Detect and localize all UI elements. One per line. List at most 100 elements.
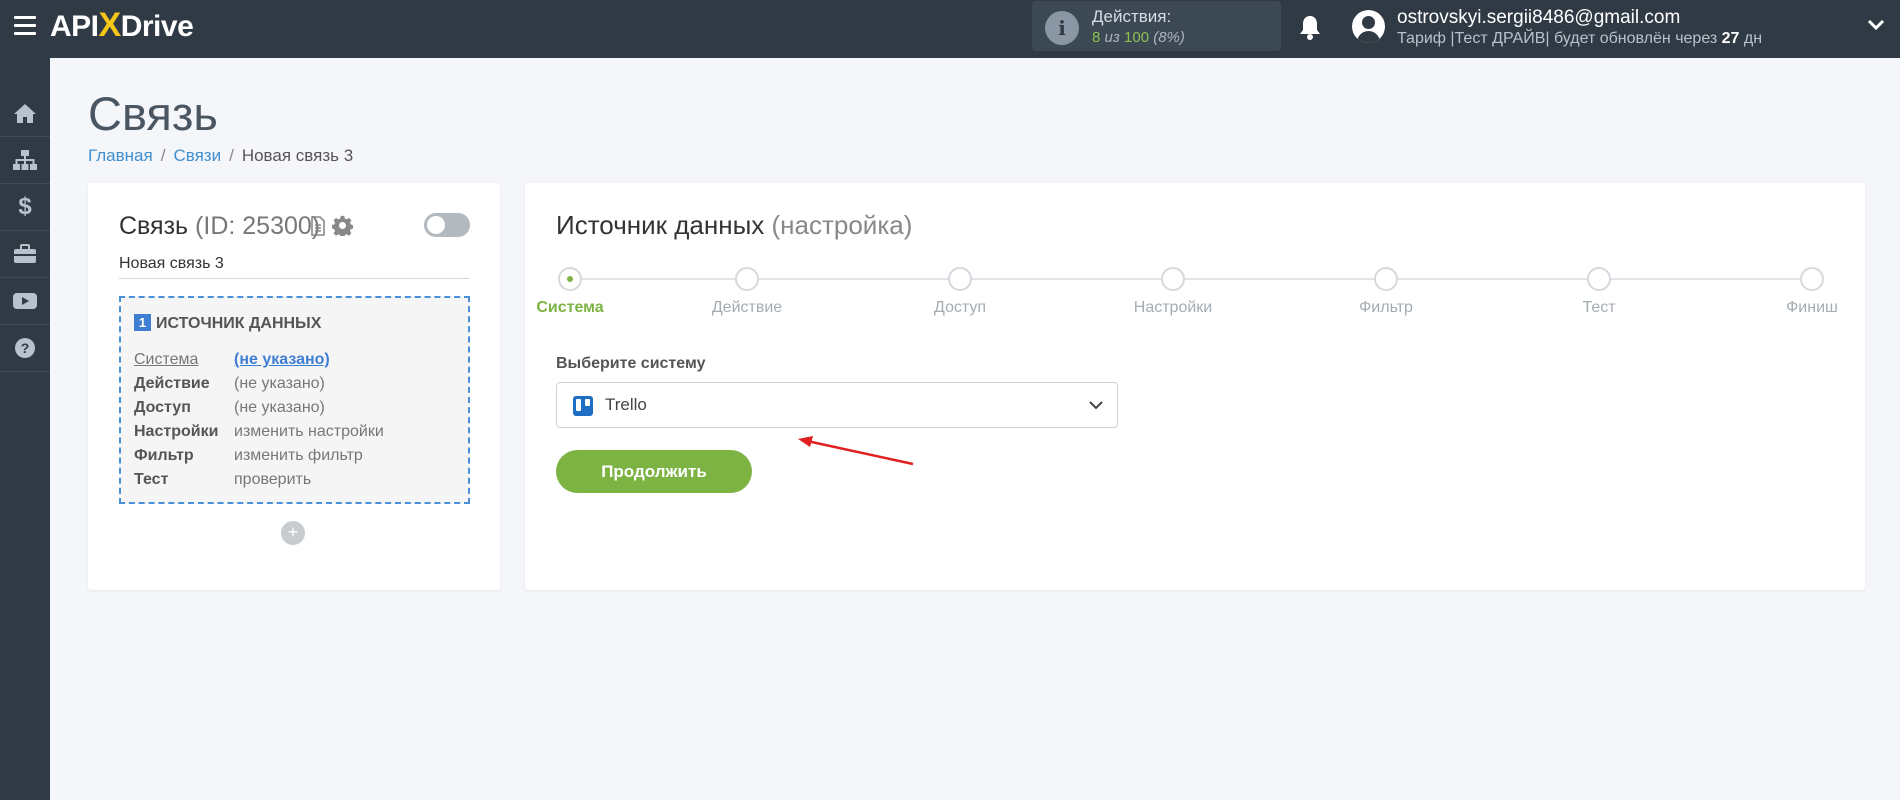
- actions-total: 100: [1124, 29, 1150, 46]
- logo[interactable]: APIXDrive: [50, 6, 194, 44]
- system-select-value: Trello: [605, 395, 647, 414]
- step-label: Действие: [711, 299, 783, 316]
- logo-text-right: Drive: [120, 10, 194, 43]
- source-row-value[interactable]: изменить фильтр: [234, 447, 363, 464]
- source-settings-title-text: Источник данных: [556, 210, 765, 240]
- source-row-filter: Фильтр изменить фильтр: [134, 447, 363, 465]
- source-row-value[interactable]: изменить настройки: [234, 423, 384, 440]
- dollar-icon[interactable]: $: [0, 184, 50, 231]
- step-action[interactable]: Действие: [672, 267, 822, 317]
- step-label: Финиш: [1786, 299, 1838, 316]
- step-dot[interactable]: [1374, 267, 1398, 291]
- help-icon[interactable]: ?: [0, 325, 50, 372]
- source-number-badge: 1: [134, 314, 151, 331]
- source-row-access: Доступ (не указано): [134, 399, 325, 417]
- breadcrumb-separator: /: [229, 146, 234, 165]
- connection-card: Связь (ID: 25300) Новая связь 3 1 ИСТОЧНИ…: [88, 183, 500, 590]
- source-row-key: Действие: [134, 375, 210, 392]
- chevron-down-icon[interactable]: [1087, 398, 1105, 412]
- source-settings-subtitle: (настройка): [771, 210, 913, 240]
- actions-usage: 8 из 100 (8%): [1092, 29, 1185, 46]
- user-tariff: Тариф |Тест ДРАЙВ| будет обновлён через …: [1397, 30, 1762, 48]
- step-label: Фильтр: [1359, 299, 1413, 316]
- source-row-action: Действие (не указано): [134, 375, 325, 393]
- source-row-test: Тест проверить: [134, 471, 311, 489]
- source-row-key: Доступ: [134, 399, 191, 416]
- source-row-key: Настройки: [134, 423, 219, 440]
- source-row-value-link[interactable]: (не указано): [234, 351, 330, 368]
- step-settings[interactable]: Настройки: [1098, 267, 1248, 317]
- connection-title-text: Связь: [119, 212, 189, 240]
- breadcrumb: Главная / Связи / Новая связь 3: [88, 146, 353, 166]
- logo-text-left: API: [50, 10, 99, 43]
- step-dot[interactable]: [1800, 267, 1824, 291]
- tariff-days-suffix: дн: [1743, 30, 1763, 47]
- bell-icon[interactable]: [1298, 14, 1322, 40]
- step-filter[interactable]: Фильтр: [1311, 267, 1461, 317]
- breadcrumb-current: Новая связь 3: [241, 146, 354, 165]
- step-dot[interactable]: [1587, 267, 1611, 291]
- svg-text:?: ?: [21, 340, 30, 356]
- source-row-settings: Настройки изменить настройки: [134, 423, 384, 441]
- step-dot[interactable]: [735, 267, 759, 291]
- connection-toggle[interactable]: [424, 213, 470, 237]
- system-select[interactable]: Trello: [556, 382, 1118, 428]
- source-row-key: Фильтр: [134, 447, 194, 464]
- source-settings-card: Источник данных (настройка) Система Дейс…: [525, 183, 1865, 590]
- avatar-icon[interactable]: [1352, 10, 1385, 43]
- actions-percent: (8%): [1153, 29, 1185, 46]
- source-row-value[interactable]: (не указано): [234, 375, 325, 392]
- source-row-key: Тест: [134, 471, 169, 488]
- trello-icon: [573, 396, 593, 416]
- page-title: Связь: [88, 87, 218, 140]
- gear-icon[interactable]: [332, 215, 353, 236]
- top-bar: APIXDrive i Действия: 8 из 100 (8%) ostr…: [0, 0, 1900, 58]
- step-finish[interactable]: Финиш: [1737, 267, 1887, 317]
- document-icon[interactable]: [310, 216, 326, 236]
- info-icon: i: [1045, 11, 1079, 45]
- step-test[interactable]: Тест: [1524, 267, 1674, 317]
- step-label: Тест: [1582, 299, 1616, 316]
- step-label: Настройки: [1133, 299, 1213, 316]
- source-row-system: Система (не указано): [134, 351, 330, 369]
- breadcrumb-home[interactable]: Главная: [88, 146, 153, 165]
- breadcrumb-separator: /: [160, 146, 166, 165]
- breadcrumb-links[interactable]: Связи: [173, 146, 221, 165]
- actions-title: Действия:: [1092, 7, 1172, 26]
- select-system-label: Выберите систему: [556, 355, 706, 372]
- source-heading: 1 ИСТОЧНИК ДАННЫХ: [134, 314, 321, 333]
- step-dot[interactable]: [558, 267, 582, 291]
- actions-used: 8: [1092, 29, 1101, 46]
- source-heading-text: ИСТОЧНИК ДАННЫХ: [156, 315, 322, 332]
- connection-title: Связь (ID: 25300): [119, 212, 320, 241]
- logo-text-x: X: [98, 6, 122, 44]
- youtube-icon[interactable]: [0, 278, 50, 325]
- data-source-block[interactable]: 1 ИСТОЧНИК ДАННЫХ Система (не указано) Дей…: [119, 296, 470, 504]
- actions-counter[interactable]: i Действия: 8 из 100 (8%): [1032, 1, 1281, 51]
- step-dot[interactable]: [1161, 267, 1185, 291]
- menu-icon[interactable]: [14, 16, 36, 36]
- add-block-button[interactable]: +: [281, 521, 305, 545]
- continue-button[interactable]: Продолжить: [556, 450, 752, 493]
- source-row-value[interactable]: проверить: [234, 471, 311, 488]
- chevron-down-icon[interactable]: [1866, 18, 1886, 32]
- connection-name[interactable]: Новая связь 3: [119, 255, 469, 279]
- step-label: Система: [536, 299, 604, 316]
- user-email[interactable]: ostrovskyi.sergii8486@gmail.com: [1397, 7, 1680, 29]
- briefcase-icon[interactable]: [0, 231, 50, 278]
- actions-of: из: [1104, 29, 1120, 46]
- sidebar: $ ?: [0, 58, 50, 800]
- home-icon[interactable]: [0, 90, 50, 137]
- sitemap-icon[interactable]: [0, 137, 50, 184]
- tariff-text: Тариф |Тест ДРАЙВ| будет обновлён через: [1397, 30, 1718, 47]
- step-access[interactable]: Доступ: [885, 267, 1035, 317]
- annotation-arrow-icon: [798, 436, 914, 466]
- step-label: Доступ: [933, 299, 987, 316]
- source-row-key: Система: [134, 351, 199, 368]
- step-dot[interactable]: [948, 267, 972, 291]
- tariff-days: 27: [1721, 30, 1740, 47]
- source-settings-title: Источник данных (настройка): [556, 210, 912, 241]
- source-row-value[interactable]: (не указано): [234, 399, 325, 416]
- connection-id: (ID: 25300): [195, 212, 321, 240]
- step-system[interactable]: Система: [495, 267, 645, 317]
